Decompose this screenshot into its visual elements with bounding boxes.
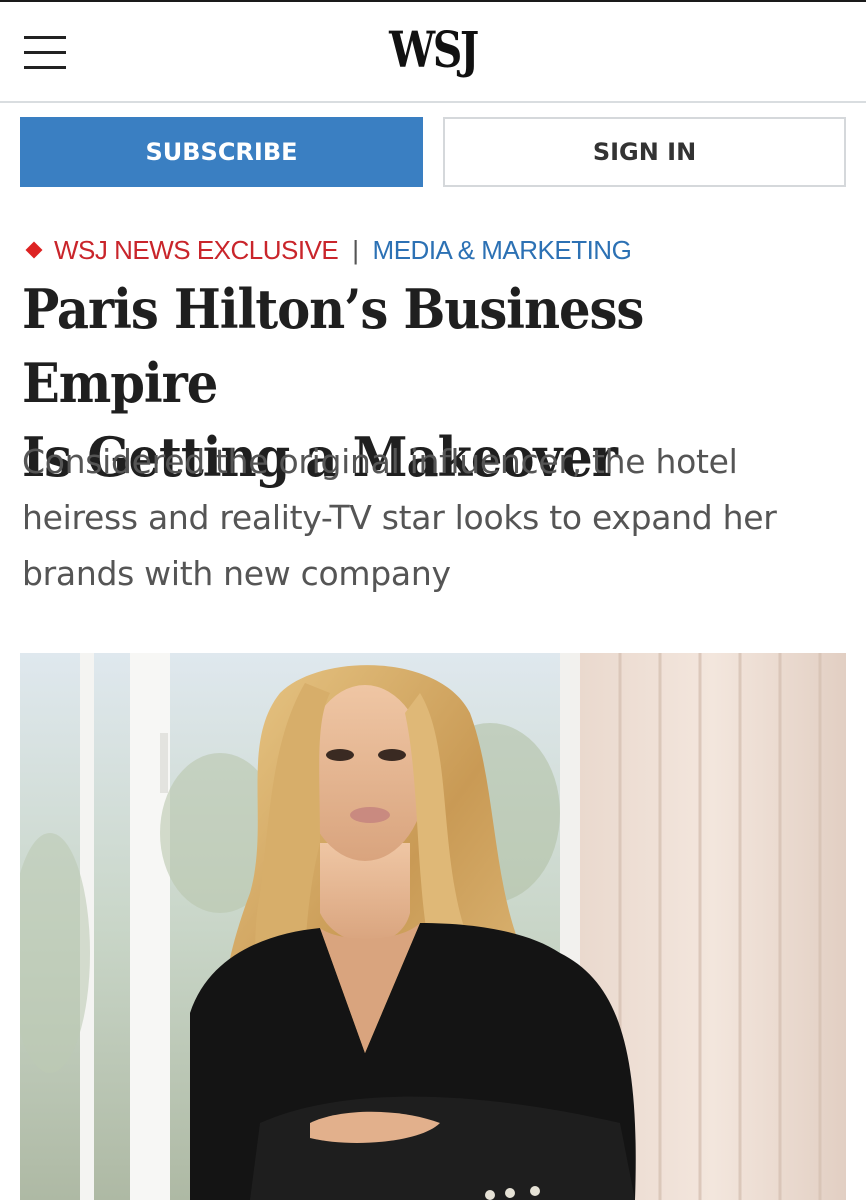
sign-in-button[interactable]: SIGN IN [443,117,846,187]
article-dek: Considered the original influencer, the … [22,434,842,602]
article-kicker: WSJ NEWS EXCLUSIVE | MEDIA & MARKETING [22,230,632,270]
dek-line-3: brands with new company [22,554,451,593]
red-diamond-icon [25,241,43,259]
header-divider [0,101,866,103]
dek-line-2: heiress and reality-TV star looks to exp… [22,498,777,537]
headline-line-1: Paris Hilton’s Business Empire [22,277,644,415]
wsj-logo[interactable]: WSJ [78,18,788,82]
hamburger-menu-icon[interactable] [24,34,66,72]
site-header: WSJ [0,2,866,102]
exclusive-flag: WSJ NEWS EXCLUSIVE [54,234,339,265]
section-link[interactable]: MEDIA & MARKETING [373,235,632,266]
kicker-separator: | [352,234,359,265]
subscribe-button[interactable]: SUBSCRIBE [20,117,423,187]
article-photo [20,653,846,1200]
dek-line-1: Considered the original influencer, the … [22,442,738,481]
